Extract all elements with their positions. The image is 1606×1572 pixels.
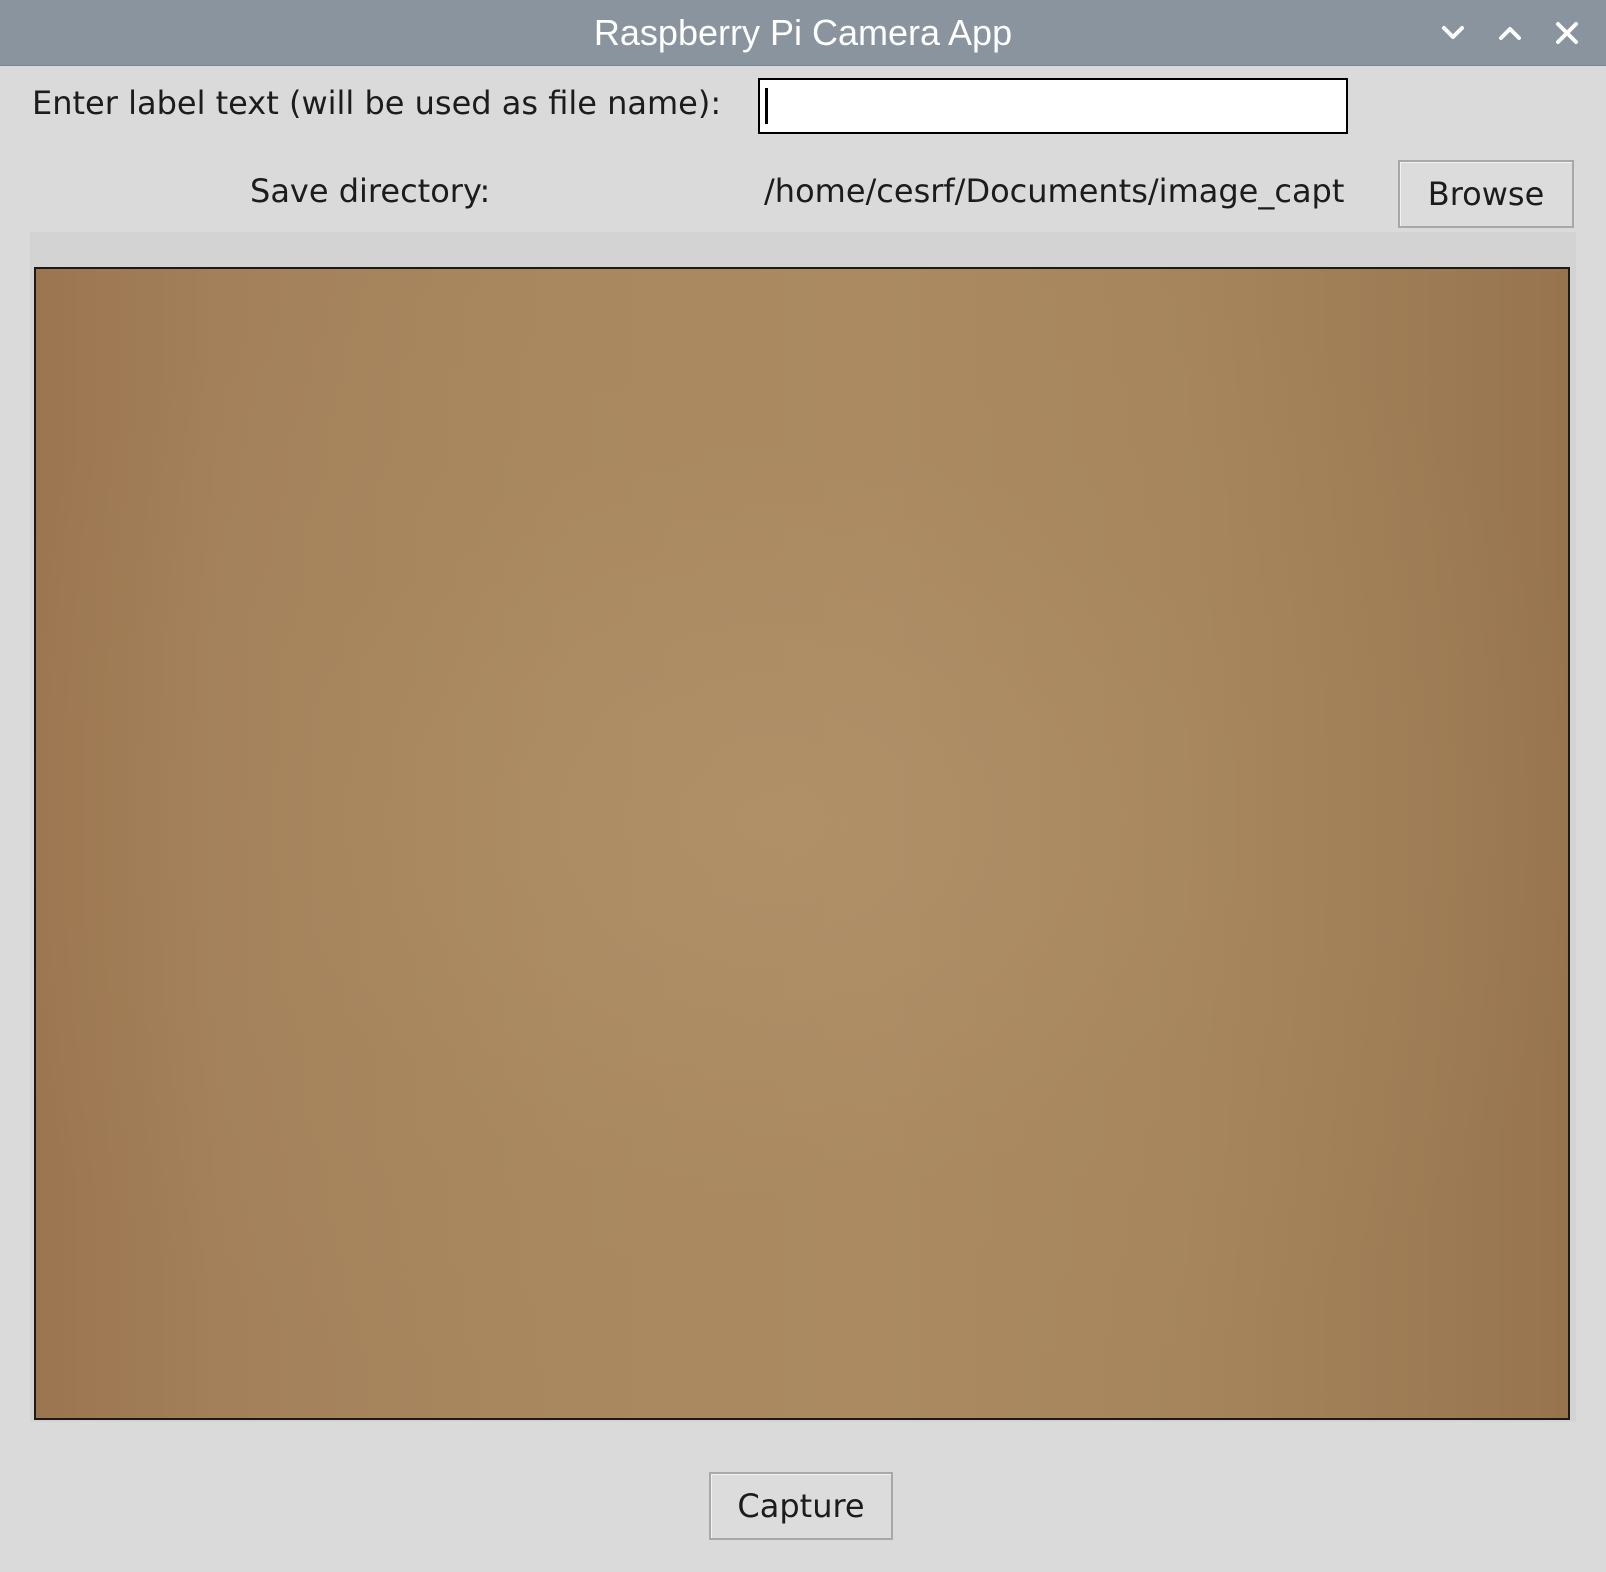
minimize-button[interactable] [1433, 13, 1473, 53]
label-text-input[interactable] [758, 78, 1348, 134]
chevron-down-icon [1442, 26, 1464, 39]
app-window: Raspberry Pi Camera App Enter label text… [0, 0, 1606, 1572]
title-bar[interactable]: Raspberry Pi Camera App [0, 0, 1606, 66]
capture-button[interactable]: Capture [709, 1472, 893, 1540]
chevron-up-icon [1499, 27, 1521, 40]
close-icon [1556, 22, 1578, 44]
close-button[interactable] [1547, 13, 1587, 53]
browse-button[interactable]: Browse [1398, 160, 1574, 228]
text-caret [765, 88, 768, 124]
maximize-button[interactable] [1490, 13, 1530, 53]
camera-preview [34, 267, 1570, 1420]
save-directory-label: Save directory: [250, 172, 491, 210]
save-directory-path: /home/cesrf/Documents/image_captures [764, 172, 1346, 210]
label-text-prompt: Enter label text (will be used as file n… [32, 84, 722, 122]
window-title: Raspberry Pi Camera App [593, 12, 1013, 53]
